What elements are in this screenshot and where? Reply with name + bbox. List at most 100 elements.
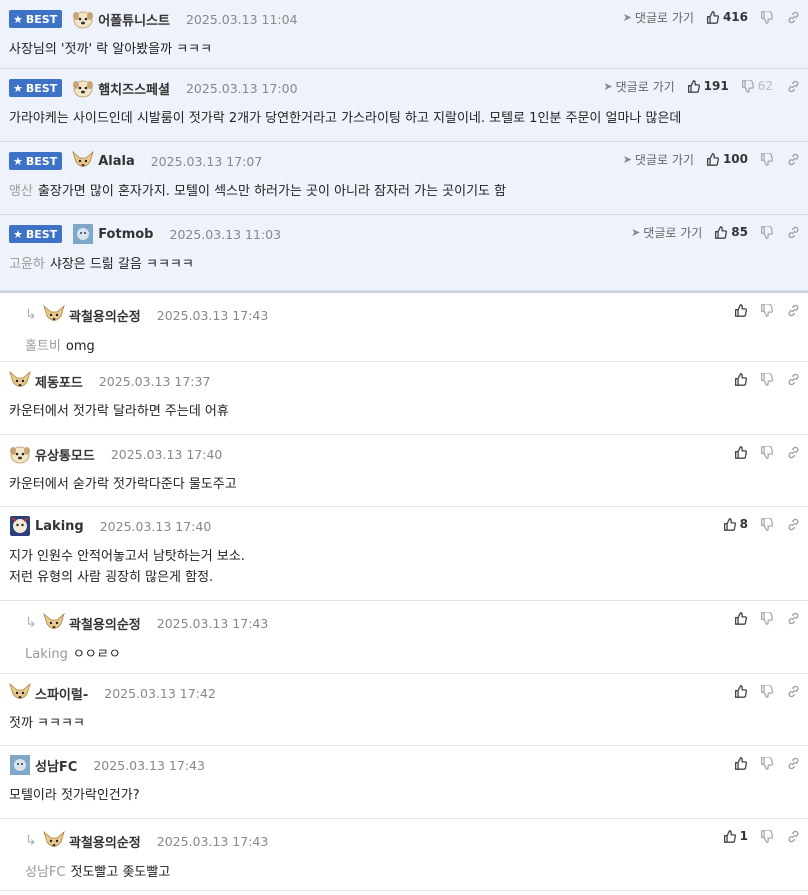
link-icon	[787, 612, 800, 625]
comment-actions: ➤ 댓글로 가기 191 62	[603, 77, 800, 95]
author-nickname[interactable]: Alala	[98, 154, 135, 169]
chihuahua-avatar-icon[interactable]	[9, 683, 31, 703]
goto-comment-label: 댓글로 가기	[643, 225, 703, 240]
dislike-button[interactable]	[760, 517, 773, 531]
best-badge-label: BEST	[25, 81, 58, 95]
goto-comment-link[interactable]: ➤ 댓글로 가기	[603, 78, 674, 95]
like-button[interactable]: 416	[706, 10, 748, 24]
dislike-button[interactable]	[760, 756, 773, 770]
share-link-button[interactable]	[787, 153, 800, 166]
comment-date: 2025.03.13 17:40	[99, 518, 212, 534]
author-nickname[interactable]: Fotmob	[98, 227, 153, 242]
dog-face-avatar-icon[interactable]	[9, 444, 31, 464]
comment-date: 2025.03.13 17:40	[110, 446, 223, 462]
dislike-button[interactable]	[760, 10, 773, 24]
author-nickname[interactable]: 유상통모드	[35, 445, 95, 464]
author-nickname[interactable]: 제동포드	[35, 372, 83, 391]
share-link-button[interactable]	[787, 80, 800, 93]
thumbs-up-icon	[687, 79, 700, 93]
comment-text: 젓도빨고 좆도빨고	[70, 865, 171, 880]
thumbs-up-icon	[714, 225, 728, 239]
chihuahua-avatar-icon[interactable]	[43, 305, 65, 325]
comment-header: 유상통모드 2025.03.13 17:40	[9, 444, 222, 464]
like-button[interactable]	[734, 372, 748, 386]
dislike-button[interactable]	[760, 225, 773, 239]
share-link-button[interactable]	[787, 446, 800, 459]
goto-comment-link[interactable]: ➤ 댓글로 가기	[631, 224, 702, 241]
share-link-button[interactable]	[787, 226, 800, 239]
dislike-button[interactable]	[760, 829, 773, 843]
comment-actions: ➤ 댓글로 가기 85	[631, 223, 800, 241]
badge-avatar-avatar-icon[interactable]	[9, 516, 31, 536]
author-nickname[interactable]: 스파이럴-	[35, 684, 88, 703]
thumbs-up-icon	[734, 756, 747, 770]
dislike-button[interactable]	[760, 611, 773, 625]
dislike-button[interactable]	[760, 372, 773, 386]
comment-line: 홀트비 omg	[25, 336, 788, 357]
like-button[interactable]	[734, 445, 748, 459]
mention-nickname[interactable]: 홀트비	[25, 339, 61, 354]
share-link-button[interactable]	[787, 612, 800, 625]
like-count: 85	[731, 225, 748, 239]
thumbs-down-icon	[760, 303, 773, 317]
thumbs-up-icon	[734, 445, 747, 459]
comment-date: 2025.03.13 17:37	[98, 373, 211, 389]
comment-header: ★ BEST Fotmob 2025.03.13 11:03	[9, 224, 281, 244]
share-link-button[interactable]	[787, 830, 800, 843]
chihuahua-avatar-icon[interactable]	[72, 151, 94, 171]
dislike-button[interactable]	[760, 684, 773, 698]
like-button[interactable]: 1	[723, 829, 748, 843]
author-nickname[interactable]: 햄치즈스페셜	[98, 79, 170, 98]
share-link-button[interactable]	[787, 304, 800, 317]
photo-avatar-avatar-icon[interactable]	[72, 224, 94, 244]
mention-nickname[interactable]: 고윤하	[9, 257, 45, 272]
author-nickname[interactable]: 곽철용의순정	[69, 614, 141, 633]
reply-comment-item: ↳ 곽철용의순정 2025.03.13 17:43 Laking ㅇㅇㄹㅇ	[0, 601, 808, 674]
like-button[interactable]	[734, 611, 748, 625]
thumbs-up-icon	[734, 611, 747, 625]
chihuahua-avatar-icon[interactable]	[43, 831, 65, 851]
like-button[interactable]: 191	[687, 79, 729, 93]
comment-list: ★ BEST 어폴튜니스트 2025.03.13 11:04 사장님의 '젓까' …	[0, 0, 808, 891]
dislike-button[interactable]	[760, 303, 773, 317]
thumbs-up-icon	[706, 152, 719, 166]
author-nickname[interactable]: 어폴튜니스트	[98, 10, 170, 29]
like-button[interactable]: 100	[706, 152, 748, 166]
share-link-button[interactable]	[787, 685, 800, 698]
author-nickname[interactable]: 곽철용의순정	[69, 832, 141, 851]
chihuahua-avatar-icon[interactable]	[9, 371, 31, 391]
like-button[interactable]: 85	[714, 225, 748, 239]
dog-face-avatar-icon[interactable]	[72, 9, 94, 29]
goto-comment-link[interactable]: ➤ 댓글로 가기	[623, 9, 694, 26]
thumbs-up-icon	[706, 10, 719, 24]
dog-face-avatar-icon[interactable]	[72, 78, 94, 98]
comment-body: 모텔이라 젓가락인건가?	[9, 785, 788, 806]
like-button[interactable]	[734, 756, 748, 770]
thumbs-down-icon	[760, 756, 773, 770]
author-nickname[interactable]: 곽철용의순정	[69, 306, 141, 325]
share-link-button[interactable]	[787, 518, 800, 531]
chihuahua-avatar-icon[interactable]	[43, 613, 65, 633]
comment-date: 2025.03.13 17:00	[185, 80, 298, 96]
dislike-button[interactable]	[760, 152, 773, 166]
share-link-button[interactable]	[787, 11, 800, 24]
best-badge-label: BEST	[25, 12, 58, 26]
like-button[interactable]: 8	[723, 517, 748, 531]
author-nickname[interactable]: Laking	[35, 519, 84, 534]
link-icon	[787, 226, 800, 239]
send-arrow-icon: ➤	[631, 225, 641, 239]
comment-text: omg	[65, 339, 95, 354]
thumbs-down-icon	[741, 79, 754, 93]
author-nickname[interactable]: 성남FC	[35, 756, 77, 775]
mention-nickname[interactable]: Laking	[25, 647, 68, 662]
share-link-button[interactable]	[787, 373, 800, 386]
mention-nickname[interactable]: 성남FC	[25, 865, 65, 880]
mention-nickname[interactable]: 앵산	[9, 184, 33, 199]
share-link-button[interactable]	[787, 757, 800, 770]
like-button[interactable]	[734, 684, 748, 698]
photo-avatar-avatar-icon[interactable]	[9, 755, 31, 775]
like-button[interactable]	[734, 303, 748, 317]
dislike-button[interactable]	[760, 445, 773, 459]
dislike-button[interactable]: 62	[741, 79, 773, 93]
goto-comment-link[interactable]: ➤ 댓글로 가기	[623, 151, 694, 168]
